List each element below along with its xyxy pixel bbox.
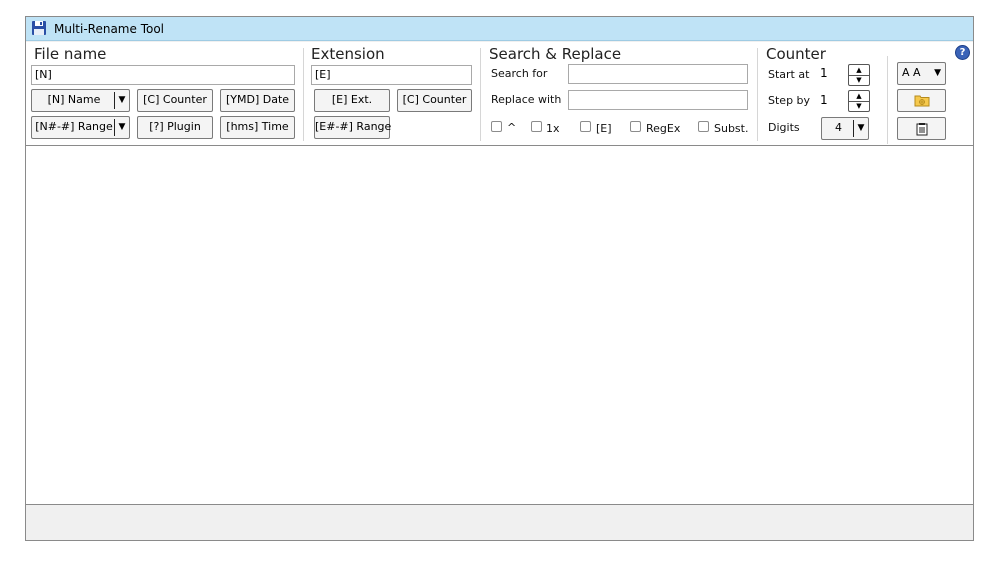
folder-icon	[914, 94, 930, 107]
name-button-label: [N] Name	[47, 93, 101, 106]
regex-checkbox-label: RegEx	[646, 122, 681, 135]
subst-checkbox-label: Subst.	[714, 122, 749, 135]
section-divider	[757, 48, 758, 141]
ext-checkbox-label: [E]	[596, 122, 612, 135]
counter-section-title: Counter	[766, 45, 826, 63]
start-at-label: Start at	[768, 68, 810, 81]
replace-with-label: Replace with	[491, 93, 562, 106]
name-button[interactable]: [N] Name ▼	[31, 89, 130, 112]
load-names-button[interactable]	[897, 89, 946, 112]
ext-checkbox[interactable]	[580, 121, 591, 132]
digits-value: 4	[835, 121, 842, 134]
ext-counter-button[interactable]: [C] Counter	[397, 89, 472, 112]
notepad-icon	[915, 122, 929, 136]
section-divider	[480, 48, 481, 141]
section-divider	[887, 56, 888, 144]
edit-names-button[interactable]	[897, 117, 946, 140]
step-by-spinner[interactable]: ▲ ▼	[848, 90, 870, 112]
start-at-spinner[interactable]: ▲ ▼	[848, 64, 870, 86]
floppy-disk-icon	[31, 20, 47, 36]
chevron-down-icon[interactable]: ▼	[114, 92, 129, 109]
case-button[interactable]: A A ▼	[897, 62, 946, 85]
spin-down-icon[interactable]: ▼	[849, 75, 869, 85]
date-button[interactable]: [YMD] Date	[220, 89, 295, 112]
case-button-label: A A	[902, 66, 921, 79]
caret-checkbox[interactable]	[491, 121, 502, 132]
ext-range-button[interactable]: [E#-#] Range	[314, 116, 391, 139]
search-replace-section-title: Search & Replace	[489, 45, 622, 63]
digits-select[interactable]: 4 ▼	[821, 117, 869, 140]
section-divider	[303, 48, 304, 141]
file-list[interactable]	[26, 145, 973, 505]
window-title: Multi-Rename Tool	[54, 22, 164, 36]
filename-mask-input[interactable]: [N]	[31, 65, 295, 85]
once-checkbox-label: 1x	[546, 122, 560, 135]
status-bar	[26, 506, 973, 540]
ext-button[interactable]: [E] Ext.	[314, 89, 390, 112]
help-icon[interactable]: ?	[955, 45, 970, 60]
chevron-down-icon: ▼	[934, 68, 941, 78]
counter-button[interactable]: [C] Counter	[137, 89, 213, 112]
start-at-value[interactable]: 1	[820, 66, 828, 80]
plugin-button[interactable]: [?] Plugin	[137, 116, 213, 139]
search-for-label: Search for	[491, 67, 548, 80]
regex-checkbox[interactable]	[630, 121, 641, 132]
search-for-input[interactable]	[568, 64, 748, 84]
once-checkbox[interactable]	[531, 121, 542, 132]
range-button[interactable]: [N#-#] Range ▼	[31, 116, 130, 139]
subst-checkbox[interactable]	[698, 121, 709, 132]
digits-label: Digits	[768, 121, 800, 134]
title-bar[interactable]	[26, 17, 973, 41]
range-button-label: [N#-#] Range	[35, 120, 113, 133]
replace-with-input[interactable]	[568, 90, 748, 110]
chevron-down-icon[interactable]: ▼	[853, 120, 868, 137]
caret-checkbox-label: ^	[507, 121, 517, 134]
spin-down-icon[interactable]: ▼	[849, 101, 869, 111]
step-by-label: Step by	[768, 94, 811, 107]
extension-mask-input[interactable]: [E]	[311, 65, 472, 85]
time-button[interactable]: [hms] Time	[220, 116, 295, 139]
extension-section-title: Extension	[311, 45, 385, 63]
chevron-down-icon[interactable]: ▼	[114, 119, 129, 136]
filename-section-title: File name	[34, 45, 107, 63]
step-by-value[interactable]: 1	[820, 93, 828, 107]
